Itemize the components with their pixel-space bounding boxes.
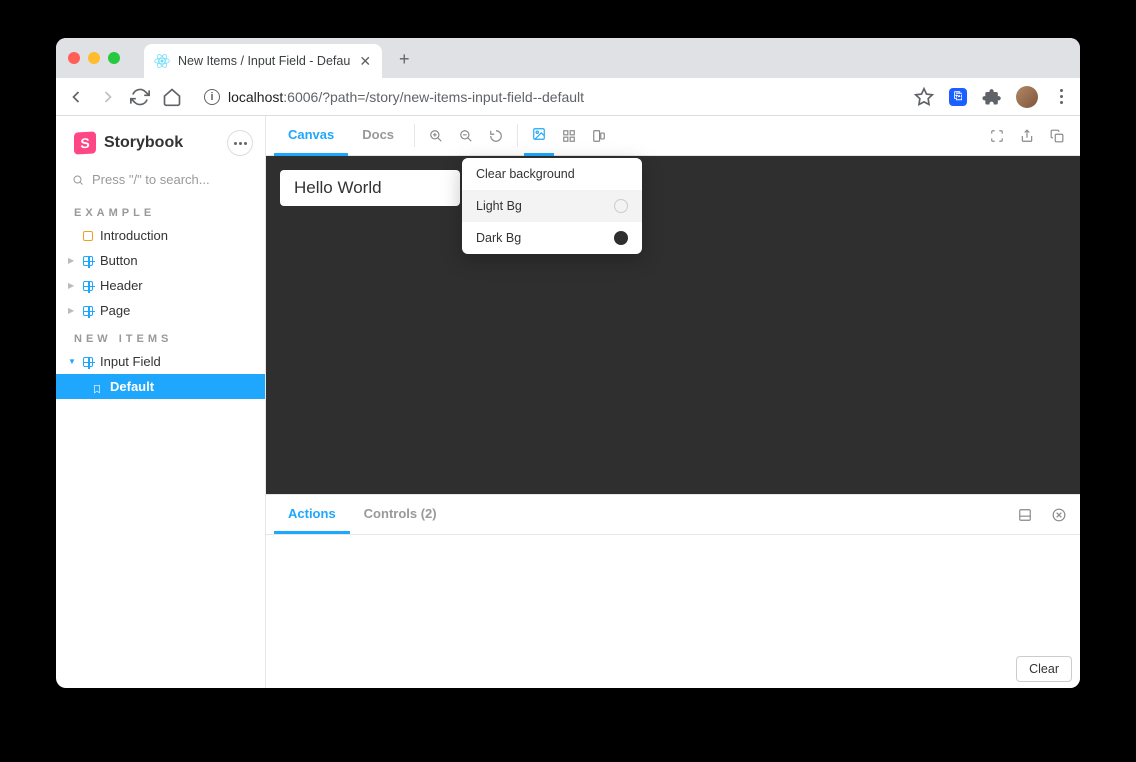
sidebar-item-label: Header <box>100 278 143 293</box>
home-icon[interactable] <box>162 87 182 107</box>
panel-orientation-icon[interactable] <box>1012 502 1038 528</box>
backgrounds-popover: Clear background Light Bg Dark Bg <box>462 158 642 254</box>
story-label: Default <box>110 379 154 394</box>
zoom-controls <box>421 116 511 155</box>
grid-icon[interactable] <box>554 116 584 156</box>
tab-actions[interactable]: Actions <box>274 495 350 534</box>
minimize-window-icon[interactable] <box>88 52 100 64</box>
search-input[interactable]: Press "/" to search... <box>72 172 253 187</box>
storybook-logo-icon: S <box>74 131 96 154</box>
main-panel: Canvas Docs <box>266 116 1080 688</box>
popover-dark-bg[interactable]: Dark Bg <box>462 222 642 254</box>
bookmark-icon <box>92 382 102 392</box>
section-new-items: NEW ITEMS <box>56 323 265 349</box>
toolbar: Canvas Docs <box>266 116 1080 156</box>
zoom-in-icon[interactable] <box>421 116 451 156</box>
zoom-reset-icon[interactable] <box>481 116 511 156</box>
back-icon[interactable] <box>66 87 86 107</box>
sidebar-item-header[interactable]: ▶ Header <box>56 273 265 298</box>
close-window-icon[interactable] <box>68 52 80 64</box>
backgrounds-icon[interactable] <box>524 116 554 156</box>
sidebar-item-label: Input Field <box>100 354 161 369</box>
viewport-icon[interactable] <box>584 116 614 156</box>
tab-title: New Items / Input Field - Defau <box>178 54 350 68</box>
sidebar-menu-button[interactable] <box>227 130 253 156</box>
url-text: localhost:6006/?path=/story/new-items-in… <box>228 89 584 105</box>
url-host: localhost <box>228 89 283 105</box>
toolbar-right <box>982 116 1072 155</box>
zoom-out-icon[interactable] <box>451 116 481 156</box>
sidebar-header: S Storybook <box>56 122 265 166</box>
profile-avatar[interactable] <box>1016 86 1038 108</box>
sidebar-item-label: Introduction <box>100 228 168 243</box>
clear-button[interactable]: Clear <box>1016 656 1072 682</box>
sidebar: S Storybook Press "/" to search... EXAMP… <box>56 116 266 688</box>
addons-content: Clear <box>266 535 1080 688</box>
separator <box>414 124 415 147</box>
copy-link-icon[interactable] <box>1042 116 1072 156</box>
sidebar-item-input-field[interactable]: ▼ Input Field <box>56 349 265 374</box>
open-isolated-icon[interactable] <box>1012 116 1042 156</box>
url-bar[interactable]: i localhost:6006/?path=/story/new-items-… <box>194 82 902 112</box>
separator <box>517 124 518 147</box>
component-icon <box>82 356 94 368</box>
fullscreen-icon[interactable] <box>982 116 1012 156</box>
component-icon <box>82 255 94 267</box>
swatch-light-icon <box>614 199 628 213</box>
search-icon <box>72 174 84 186</box>
forward-icon[interactable] <box>98 87 118 107</box>
section-example: EXAMPLE <box>56 197 265 223</box>
tab-close-icon[interactable]: ✕ <box>358 54 372 68</box>
address-bar: i localhost:6006/?path=/story/new-items-… <box>56 78 1080 116</box>
preview-input-field[interactable]: Hello World <box>280 170 460 206</box>
brand-title: Storybook <box>104 134 183 152</box>
component-icon <box>82 305 94 317</box>
sidebar-item-label: Button <box>100 253 138 268</box>
url-port: :6006 <box>283 89 318 105</box>
window-controls <box>68 52 120 64</box>
swatch-dark-icon <box>614 231 628 245</box>
maximize-window-icon[interactable] <box>108 52 120 64</box>
browser-tabbar: New Items / Input Field - Defau ✕ + <box>56 38 1080 78</box>
bookmark-star-icon[interactable] <box>914 87 934 107</box>
addons-panel: Actions Controls (2) Clear <box>266 494 1080 688</box>
tab-docs[interactable]: Docs <box>348 116 408 156</box>
extensions-puzzle-icon[interactable] <box>982 87 1002 107</box>
browser-actions: ⎘ <box>914 86 1070 108</box>
site-info-icon[interactable]: i <box>204 89 220 105</box>
popover-item-label: Dark Bg <box>476 231 521 245</box>
onepassword-extension-icon[interactable]: ⎘ <box>948 87 968 107</box>
reload-icon[interactable] <box>130 87 150 107</box>
sidebar-story-default[interactable]: Default <box>56 374 265 399</box>
browser-window: New Items / Input Field - Defau ✕ + i lo… <box>56 38 1080 688</box>
sidebar-item-page[interactable]: ▶ Page <box>56 298 265 323</box>
preview-canvas: Hello World Clear background Light Bg Da… <box>266 156 1080 494</box>
document-icon <box>82 230 94 242</box>
panel-close-icon[interactable] <box>1046 502 1072 528</box>
storybook-app: S Storybook Press "/" to search... EXAMP… <box>56 116 1080 688</box>
addons-tabs: Actions Controls (2) <box>266 495 1080 535</box>
search-placeholder: Press "/" to search... <box>92 172 210 187</box>
browser-tab[interactable]: New Items / Input Field - Defau ✕ <box>144 44 382 78</box>
popover-light-bg[interactable]: Light Bg <box>462 190 642 222</box>
popover-item-label: Clear background <box>476 167 575 181</box>
tab-canvas[interactable]: Canvas <box>274 116 348 156</box>
popover-item-label: Light Bg <box>476 199 522 213</box>
component-icon <box>82 280 94 292</box>
tab-controls[interactable]: Controls (2) <box>350 495 451 534</box>
popover-clear-background[interactable]: Clear background <box>462 158 642 190</box>
sidebar-item-label: Page <box>100 303 130 318</box>
sidebar-item-introduction[interactable]: ▶ Introduction <box>56 223 265 248</box>
canvas-tools <box>524 116 614 155</box>
new-tab-button[interactable]: + <box>390 45 418 73</box>
react-favicon-icon <box>154 53 170 69</box>
url-path: /?path=/story/new-items-input-field--def… <box>318 89 584 105</box>
view-tabs: Canvas Docs <box>274 116 408 155</box>
browser-menu-icon[interactable] <box>1052 88 1070 106</box>
sidebar-item-button[interactable]: ▶ Button <box>56 248 265 273</box>
